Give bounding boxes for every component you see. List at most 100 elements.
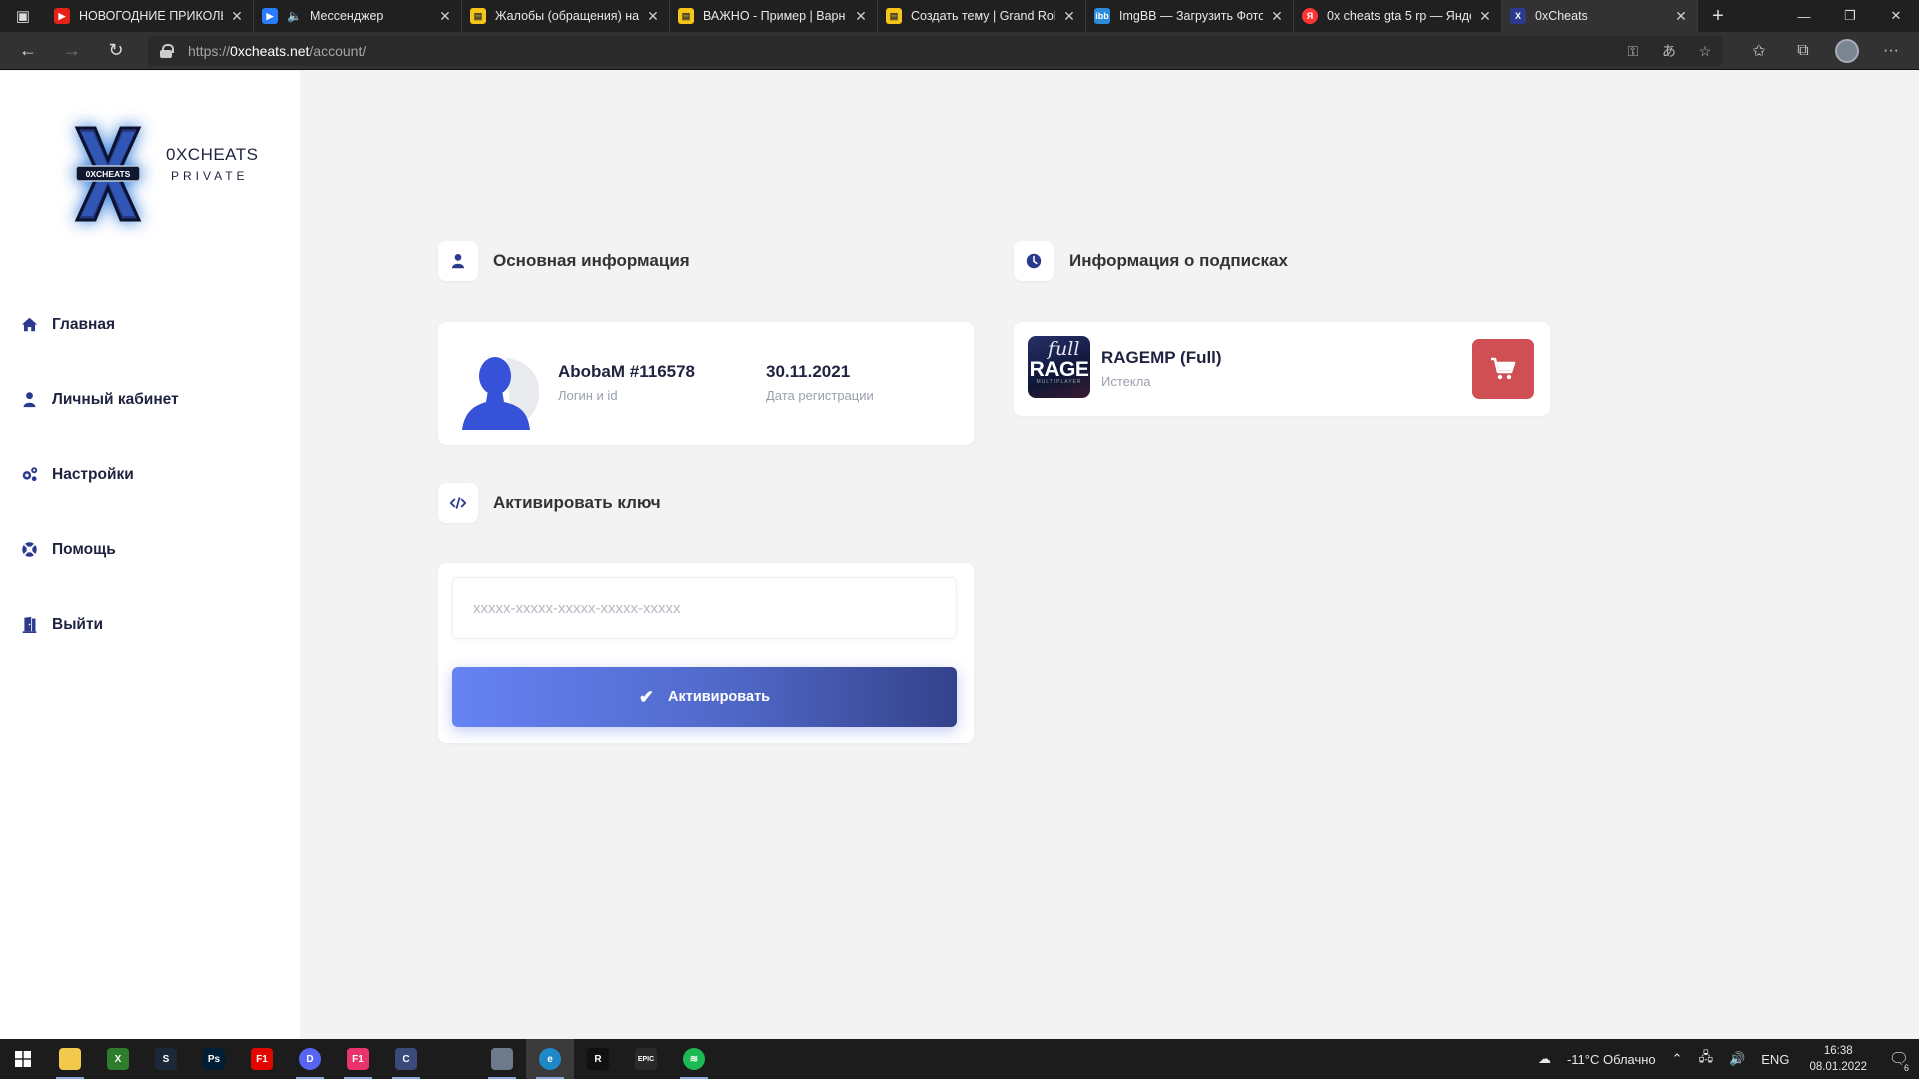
f1-game-icon[interactable]: F1 <box>238 1039 286 1079</box>
browser-tab-active[interactable]: X 0xCheats ✕ <box>1502 0 1698 32</box>
browser-tab[interactable]: Я 0x cheats gta 5 rp — Янде ✕ <box>1294 0 1502 32</box>
section-title: Информация о подписках <box>1069 251 1288 270</box>
0xcheats-icon: X <box>1510 8 1526 24</box>
sidebar-item-home[interactable]: Главная <box>0 287 300 362</box>
basic-info-card: AbobaM #116578 Логин и id 30.11.2021 Дат… <box>438 322 974 445</box>
reg-date-value: 30.11.2021 <box>766 362 851 381</box>
system-tray: ☁ -11°C Облачно ⌃ 🖧 🔊 ENG 16:38 08.01.20… <box>1530 1039 1919 1079</box>
notification-center-icon[interactable]: 🗨 6 <box>1879 1039 1919 1079</box>
close-tab-icon[interactable]: ✕ <box>645 8 661 25</box>
epic-games-icon[interactable]: EPIC <box>622 1039 670 1079</box>
brand-name: 0XCHEATS <box>166 145 259 164</box>
collections-icon[interactable]: ⧉ <box>1781 42 1825 60</box>
forum-icon: ▤ <box>678 8 694 24</box>
address-bar[interactable]: https://0xcheats.net/account/ ⚿ あ ☆ <box>148 36 1723 66</box>
license-key-input[interactable] <box>452 577 957 639</box>
minimize-icon[interactable]: — <box>1781 0 1827 32</box>
steam-icon-glyph: S <box>155 1048 177 1070</box>
new-tab-icon[interactable]: + <box>1698 0 1738 32</box>
back-icon[interactable]: ← <box>6 40 50 61</box>
browser-tab[interactable]: ▶ 🔈 Мессенджер ✕ <box>254 0 462 32</box>
f1-app-icon-glyph: F1 <box>347 1048 369 1070</box>
xbox-icon[interactable]: X <box>94 1039 142 1079</box>
restore-icon[interactable]: ❐ <box>1827 0 1873 32</box>
basic-info-header: Основная информация <box>438 241 690 281</box>
ccleaner-icon[interactable]: C <box>382 1039 430 1079</box>
refresh-icon[interactable]: ↻ <box>94 40 138 61</box>
show-hidden-icons-icon[interactable]: ⌃ <box>1664 1051 1691 1067</box>
edge-icon[interactable]: e <box>526 1039 574 1079</box>
start-button[interactable] <box>0 1039 46 1079</box>
browser-tab[interactable]: ▶ НОВОГОДНИЕ ПРИКОЛЬ ✕ <box>46 0 254 32</box>
user-icon <box>438 241 478 281</box>
clock[interactable]: 16:38 08.01.2022 <box>1797 1043 1879 1075</box>
discord-icon[interactable]: D <box>286 1039 334 1079</box>
gears-icon <box>20 466 38 484</box>
spotify-icon[interactable]: ≋ <box>670 1039 718 1079</box>
close-tab-icon[interactable]: ✕ <box>1673 8 1689 25</box>
blank-slot <box>430 1039 478 1079</box>
spotify-icon-glyph: ≋ <box>683 1048 705 1070</box>
check-icon: ✔ <box>638 686 654 707</box>
sidebar-item-settings[interactable]: Настройки <box>0 437 300 512</box>
weather-icon[interactable]: ☁ <box>1530 1051 1559 1067</box>
forward-icon[interactable]: → <box>50 40 94 61</box>
rockstar-icon[interactable]: R <box>574 1039 622 1079</box>
photoshop-icon-glyph: Ps <box>203 1048 225 1070</box>
volume-icon[interactable]: 🔊 <box>1721 1051 1753 1067</box>
close-tab-icon[interactable]: ✕ <box>1269 8 1285 25</box>
image-text-bottom: MULTIPLAYER <box>1036 379 1082 385</box>
user-identity: AbobaM #116578 Логин и id <box>558 362 695 403</box>
close-tab-icon[interactable]: ✕ <box>1477 8 1493 25</box>
windows-taskbar: X S Ps F1 D F1 Ce R EPIC ≋ ☁ -11°C Облачно ⌃ 🖧 🔊 … <box>0 1039 1919 1079</box>
language-indicator[interactable]: ENG <box>1753 1052 1797 1067</box>
url-host: 0xcheats.net <box>230 43 310 59</box>
user-icon <box>20 391 38 409</box>
sidebar-nav: Главная Личный кабинет Настройки Помощь … <box>0 287 300 662</box>
clock-date: 08.01.2022 <box>1809 1061 1867 1073</box>
add-favorite-icon[interactable]: ☆ <box>1687 43 1723 60</box>
photoshop-icon[interactable]: Ps <box>190 1039 238 1079</box>
close-tab-icon[interactable]: ✕ <box>1061 8 1077 25</box>
file-explorer-icon-glyph <box>59 1048 81 1070</box>
ccleaner-icon-glyph: C <box>395 1048 417 1070</box>
speaker-icon[interactable]: 🔈 <box>287 9 302 23</box>
sidebar-item-label: Помощь <box>52 540 116 558</box>
sidebar-item-logout[interactable]: Выйти <box>0 587 300 662</box>
browser-toolbar-actions: ✩ ⧉ ··· <box>1737 32 1913 70</box>
youtube-icon: ▶ <box>54 8 70 24</box>
browser-tab[interactable]: ibb ImgBB — Загрузить Фото ✕ <box>1086 0 1294 32</box>
close-tab-icon[interactable]: ✕ <box>229 8 245 25</box>
network-icon[interactable]: 🖧 <box>1691 1048 1722 1070</box>
close-tab-icon[interactable]: ✕ <box>437 8 453 25</box>
more-menu-icon[interactable]: ··· <box>1869 42 1913 60</box>
forum-icon: ▤ <box>886 8 902 24</box>
close-window-icon[interactable]: ✕ <box>1873 0 1919 32</box>
translate-icon[interactable]: あ <box>1651 41 1687 61</box>
steam-icon[interactable]: S <box>142 1039 190 1079</box>
taskbar-apps: X S Ps F1 D F1 Ce R EPIC ≋ <box>46 1039 718 1079</box>
lock-icon[interactable] <box>160 44 174 58</box>
file-explorer-icon[interactable] <box>46 1039 94 1079</box>
xbox-icon-glyph: X <box>107 1048 129 1070</box>
favorites-icon[interactable]: ✩ <box>1737 41 1781 61</box>
sidebar-item-account[interactable]: Личный кабинет <box>0 362 300 437</box>
subscription-status: Истекла <box>1101 374 1151 389</box>
browser-tab[interactable]: ▤ Создать тему | Grand Role ✕ <box>878 0 1086 32</box>
f1-app-icon[interactable]: F1 <box>334 1039 382 1079</box>
buy-subscription-button[interactable] <box>1472 339 1534 399</box>
sidebar-item-help[interactable]: Помощь <box>0 512 300 587</box>
weather-text[interactable]: -11°C Облачно <box>1559 1052 1664 1067</box>
close-tab-icon[interactable]: ✕ <box>853 8 869 25</box>
browser-tab[interactable]: ▤ ВАЖНО - Пример | Варн ✕ <box>670 0 878 32</box>
profile-avatar-icon[interactable] <box>1835 39 1859 63</box>
f1-game-icon-glyph: F1 <box>251 1048 273 1070</box>
browser-tab[interactable]: ▤ Жалобы (обращения) на ✕ <box>462 0 670 32</box>
activate-button[interactable]: ✔ Активировать <box>452 667 957 727</box>
key-icon[interactable]: ⚿ <box>1615 43 1651 60</box>
sidebar-item-label: Выйти <box>52 615 104 633</box>
logo[interactable]: 0XCHEATS <box>70 119 146 229</box>
tab-actions-menu-icon[interactable]: ▣ <box>0 0 46 32</box>
discord-icon-glyph: D <box>299 1048 321 1070</box>
photos-icon[interactable] <box>478 1039 526 1079</box>
